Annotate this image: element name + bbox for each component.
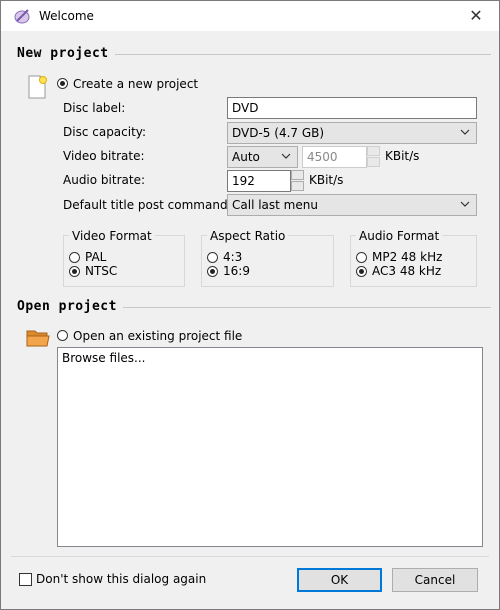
disc-label-label: Disc label: — [63, 101, 126, 115]
title-bar: Welcome ✕ — [1, 1, 499, 31]
aspect-ratio-16-9-radio[interactable] — [207, 266, 218, 277]
audio-format-title: Audio Format — [356, 229, 443, 243]
audio-format-ac3-radio[interactable] — [356, 266, 367, 277]
welcome-dialog: Welcome ✕ New project Create a new proje… — [0, 0, 500, 610]
video-format-pal-radio[interactable] — [69, 252, 80, 263]
dvd-author-icon — [14, 9, 30, 24]
video-format-ntsc-radio[interactable] — [69, 266, 80, 277]
video-bitrate-mode-select[interactable]: Auto — [227, 146, 298, 168]
open-project-heading: Open project — [17, 299, 123, 314]
video-bitrate-input[interactable]: 4500 — [302, 146, 367, 168]
create-new-project-radio[interactable] — [57, 78, 68, 89]
close-icon[interactable]: ✕ — [453, 1, 499, 31]
default-post-command-select[interactable]: Call last menu — [227, 194, 477, 216]
video-bitrate-mode-value: Auto — [232, 150, 260, 164]
audio-bitrate-label: Audio bitrate: — [63, 173, 145, 187]
create-new-project-label: Create a new project — [73, 77, 199, 91]
audio-bitrate-spin-down[interactable] — [291, 181, 304, 191]
video-format-pal-label: PAL — [85, 250, 107, 264]
window-title: Welcome — [39, 9, 94, 23]
video-bitrate-unit: KBit/s — [385, 149, 420, 163]
disc-label-input[interactable]: DVD — [227, 97, 477, 119]
audio-bitrate-spin-up[interactable] — [291, 170, 304, 180]
cancel-button[interactable]: Cancel — [392, 568, 478, 592]
chevron-down-icon — [460, 201, 470, 207]
video-bitrate-label: Video bitrate: — [63, 149, 145, 163]
audio-format-mp2-label: MP2 48 kHz — [372, 250, 443, 264]
aspect-ratio-16-9-label: 16:9 — [223, 264, 250, 278]
aspect-ratio-title: Aspect Ratio — [207, 229, 289, 243]
ok-button[interactable]: OK — [297, 568, 382, 592]
disc-capacity-value: DVD-5 (4.7 GB) — [232, 126, 325, 140]
footer-divider — [11, 556, 489, 557]
chevron-down-icon — [460, 129, 470, 135]
video-bitrate-spin-down[interactable] — [367, 157, 380, 167]
default-post-command-label: Default title post command: — [63, 198, 232, 212]
audio-bitrate-input[interactable]: 192 — [227, 170, 291, 192]
disc-capacity-select[interactable]: DVD-5 (4.7 GB) — [227, 122, 477, 144]
dont-show-again-label: Don't show this dialog again — [36, 572, 207, 586]
video-bitrate-spin-up[interactable] — [367, 146, 380, 156]
audio-bitrate-unit: KBit/s — [309, 173, 344, 187]
open-existing-project-label: Open an existing project file — [73, 329, 243, 343]
aspect-ratio-4-3-radio[interactable] — [207, 252, 218, 263]
video-format-title: Video Format — [69, 229, 155, 243]
default-post-command-value: Call last menu — [232, 198, 318, 212]
new-document-icon — [28, 75, 47, 99]
new-project-heading: New project — [17, 46, 115, 61]
aspect-ratio-4-3-label: 4:3 — [223, 250, 243, 264]
list-item-browse-files[interactable]: Browse files... — [62, 351, 145, 365]
project-file-list[interactable]: Browse files... — [57, 347, 483, 547]
chevron-down-icon — [281, 153, 291, 159]
video-format-ntsc-label: NTSC — [85, 264, 118, 278]
dont-show-again-checkbox[interactable] — [19, 573, 32, 586]
folder-icon — [26, 330, 50, 347]
disc-capacity-label: Disc capacity: — [63, 125, 147, 139]
audio-format-ac3-label: AC3 48 kHz — [372, 264, 442, 278]
audio-format-mp2-radio[interactable] — [356, 252, 367, 263]
open-existing-project-radio[interactable] — [57, 330, 68, 341]
